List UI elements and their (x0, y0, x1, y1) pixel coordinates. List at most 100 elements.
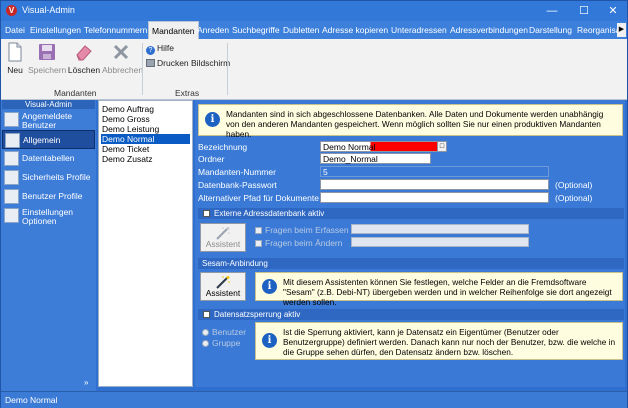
new-button[interactable]: Neu (4, 42, 26, 75)
new-button-label: Neu (7, 65, 23, 75)
list-item[interactable]: Demo Leistung (101, 124, 190, 134)
mandant-detail-panel: i Mandanten sind in sich abgeschlossene … (195, 100, 625, 387)
list-item[interactable]: Demo Zusatz (101, 154, 190, 164)
save-button[interactable]: Speichern (28, 42, 66, 75)
sesam-label: Sesam-Anbindung (202, 259, 268, 268)
title-bar: V Visual-Admin — ☐ ✕ (1, 1, 627, 21)
sidebar-item-label: Allgemein (23, 135, 61, 145)
minimize-button[interactable]: — (537, 1, 567, 21)
menu-bar: Datei Einstellungen Telefonnummern Manda… (1, 21, 627, 39)
sidebar-item-label: Datentabellen (22, 153, 75, 163)
window-title: Visual-Admin (22, 5, 75, 15)
app-window: V Visual-Admin — ☐ ✕ Datei Einstellungen… (0, 0, 628, 408)
ribbon-group-mandanten: Mandanten (54, 88, 97, 98)
settings-icon (4, 208, 19, 223)
list-item[interactable]: Demo Auftrag (101, 104, 190, 114)
help-icon: ? (146, 46, 155, 55)
mandant-list[interactable]: Demo Auftrag Demo Gross Demo Leistung De… (98, 100, 193, 387)
lock-label: Datensatzsperrung aktiv (214, 310, 301, 319)
sidebar-item-benutzer-profile[interactable]: Benutzer Profile (2, 187, 95, 206)
list-item[interactable]: Demo Gross (101, 114, 190, 124)
menu-adresse-kopieren[interactable]: Adresse kopieren (319, 21, 391, 39)
status-text: Demo Normal (5, 395, 58, 405)
bezeichnung-field[interactable]: Demo Normal (320, 141, 446, 152)
lock-info-box: i Ist die Sperrung aktiviert, kann je Da… (255, 322, 623, 360)
cancel-button-label: Abbrechen (102, 65, 144, 75)
maximize-button[interactable]: ☐ (569, 1, 599, 21)
delete-button[interactable]: Löschen (67, 42, 101, 75)
fragen-erfassen-field (351, 224, 529, 234)
save-button-label: Speichern (28, 65, 67, 75)
fragen-aendern-checkbox[interactable]: Fragen beim Ändern (255, 238, 343, 248)
extern-db-section-header[interactable]: Externe Adressdatenbank aktiv (198, 208, 624, 219)
lock-benutzer-radio[interactable]: Benutzer (202, 327, 246, 337)
sesam-assistent-label: Assistent (205, 288, 241, 298)
ordner-label: Ordner (198, 154, 225, 164)
lock-benutzer-label: Benutzer (212, 327, 247, 337)
info-icon: i (262, 333, 277, 348)
info-icon: i (262, 279, 277, 294)
security-icon (4, 170, 19, 185)
radio-circle (202, 329, 209, 336)
menu-suchbegriffe[interactable]: Suchbegriffe (229, 21, 283, 39)
fragen-erfassen-checkbox[interactable]: Fragen beim Erfassen (255, 225, 349, 235)
help-button[interactable]: ? Hilfe (146, 43, 174, 55)
bezeichnung-value: Demo Normal (323, 142, 376, 152)
sidebar-item-label: Angemeldete Benutzer (22, 111, 73, 130)
extern-db-label: Externe Adressdatenbank aktiv (214, 209, 325, 218)
menu-dubletten[interactable]: Dubletten (280, 21, 322, 39)
alternativer-pfad-label: Alternativer Pfad für Dokumente (198, 193, 319, 203)
mandanten-nummer-label: Mandanten-Nummer (198, 167, 276, 177)
extern-db-checkbox[interactable] (203, 210, 210, 217)
ordner-field[interactable]: Demo_Normal (320, 153, 431, 164)
pfad-optional-label: (Optional) (555, 193, 593, 203)
magic-wand-icon (216, 276, 230, 289)
sidebar-item-label: Sicherheits Profile (22, 172, 91, 182)
print-screen-button[interactable]: Drucken Bildschirm (146, 58, 230, 68)
sidebar-item-label: Benutzer Profile (22, 191, 83, 201)
cancel-button[interactable]: Abbrechen (102, 42, 144, 75)
sidebar-item-sicherheits-profile[interactable]: Sicherheits Profile (2, 168, 95, 187)
sidebar-expand-icon[interactable]: » (84, 378, 88, 387)
list-item[interactable]: Demo Ticket (101, 144, 190, 154)
delete-button-label: Löschen (67, 65, 101, 75)
datenbank-passwort-label: Datenbank-Passwort (198, 180, 277, 190)
menu-telefonnummern[interactable]: Telefonnummern (81, 21, 150, 39)
sesam-assistent-button[interactable]: Assistent (200, 272, 246, 301)
lock-checkbox[interactable] (203, 311, 210, 318)
menu-unteradressen[interactable]: Unteradressen (388, 21, 450, 39)
extern-assistent-button[interactable]: Assistent (200, 223, 246, 252)
new-document-icon (8, 42, 22, 62)
close-button[interactable]: ✕ (598, 1, 628, 21)
general-icon (5, 133, 20, 148)
lock-gruppe-label: Gruppe (212, 338, 241, 348)
menu-datei[interactable]: Datei (2, 21, 28, 39)
list-item-selected[interactable]: Demo Normal (101, 134, 190, 144)
save-disk-icon (39, 44, 55, 60)
menu-anreden[interactable]: Anreden (194, 21, 232, 39)
menu-scroll-right-icon[interactable]: ▶ (617, 23, 626, 37)
menu-darstellung[interactable]: Darstellung (526, 21, 575, 39)
passwort-optional-label: (Optional) (555, 180, 593, 190)
users-icon (4, 112, 19, 127)
sidebar-item-label: Einstellungen Optionen (22, 207, 74, 226)
sidebar-item-angemeldete-benutzer[interactable]: Angemeldete Benutzer (2, 110, 95, 130)
lock-section-header[interactable]: Datensatzsperrung aktiv (198, 309, 624, 320)
sidebar-item-allgemein[interactable]: Allgemein (2, 130, 95, 149)
table-icon (4, 151, 19, 166)
lock-gruppe-radio[interactable]: Gruppe (202, 338, 240, 348)
checkbox-box (255, 227, 262, 234)
sesam-info-box: i Mit diesem Assistenten können Sie fest… (255, 272, 623, 307)
menu-mandanten[interactable]: Mandanten (148, 21, 199, 39)
status-bar: Demo Normal (1, 391, 627, 408)
user-profile-icon (4, 189, 19, 204)
menu-einstellungen[interactable]: Einstellungen (27, 21, 84, 39)
eraser-icon (76, 45, 92, 61)
sidebar-item-datentabellen[interactable]: Datentabellen (2, 149, 95, 168)
alternativer-pfad-field[interactable] (320, 192, 549, 203)
menu-adressverbindungen[interactable]: Adressverbindungen (447, 21, 531, 39)
datenbank-passwort-field[interactable] (320, 179, 549, 190)
edit-text-icon[interactable]: □ (437, 141, 447, 152)
bezeichnung-label: Bezeichnung (198, 142, 248, 152)
sidebar-item-einstellungen-optionen[interactable]: Einstellungen Optionen (2, 206, 95, 226)
